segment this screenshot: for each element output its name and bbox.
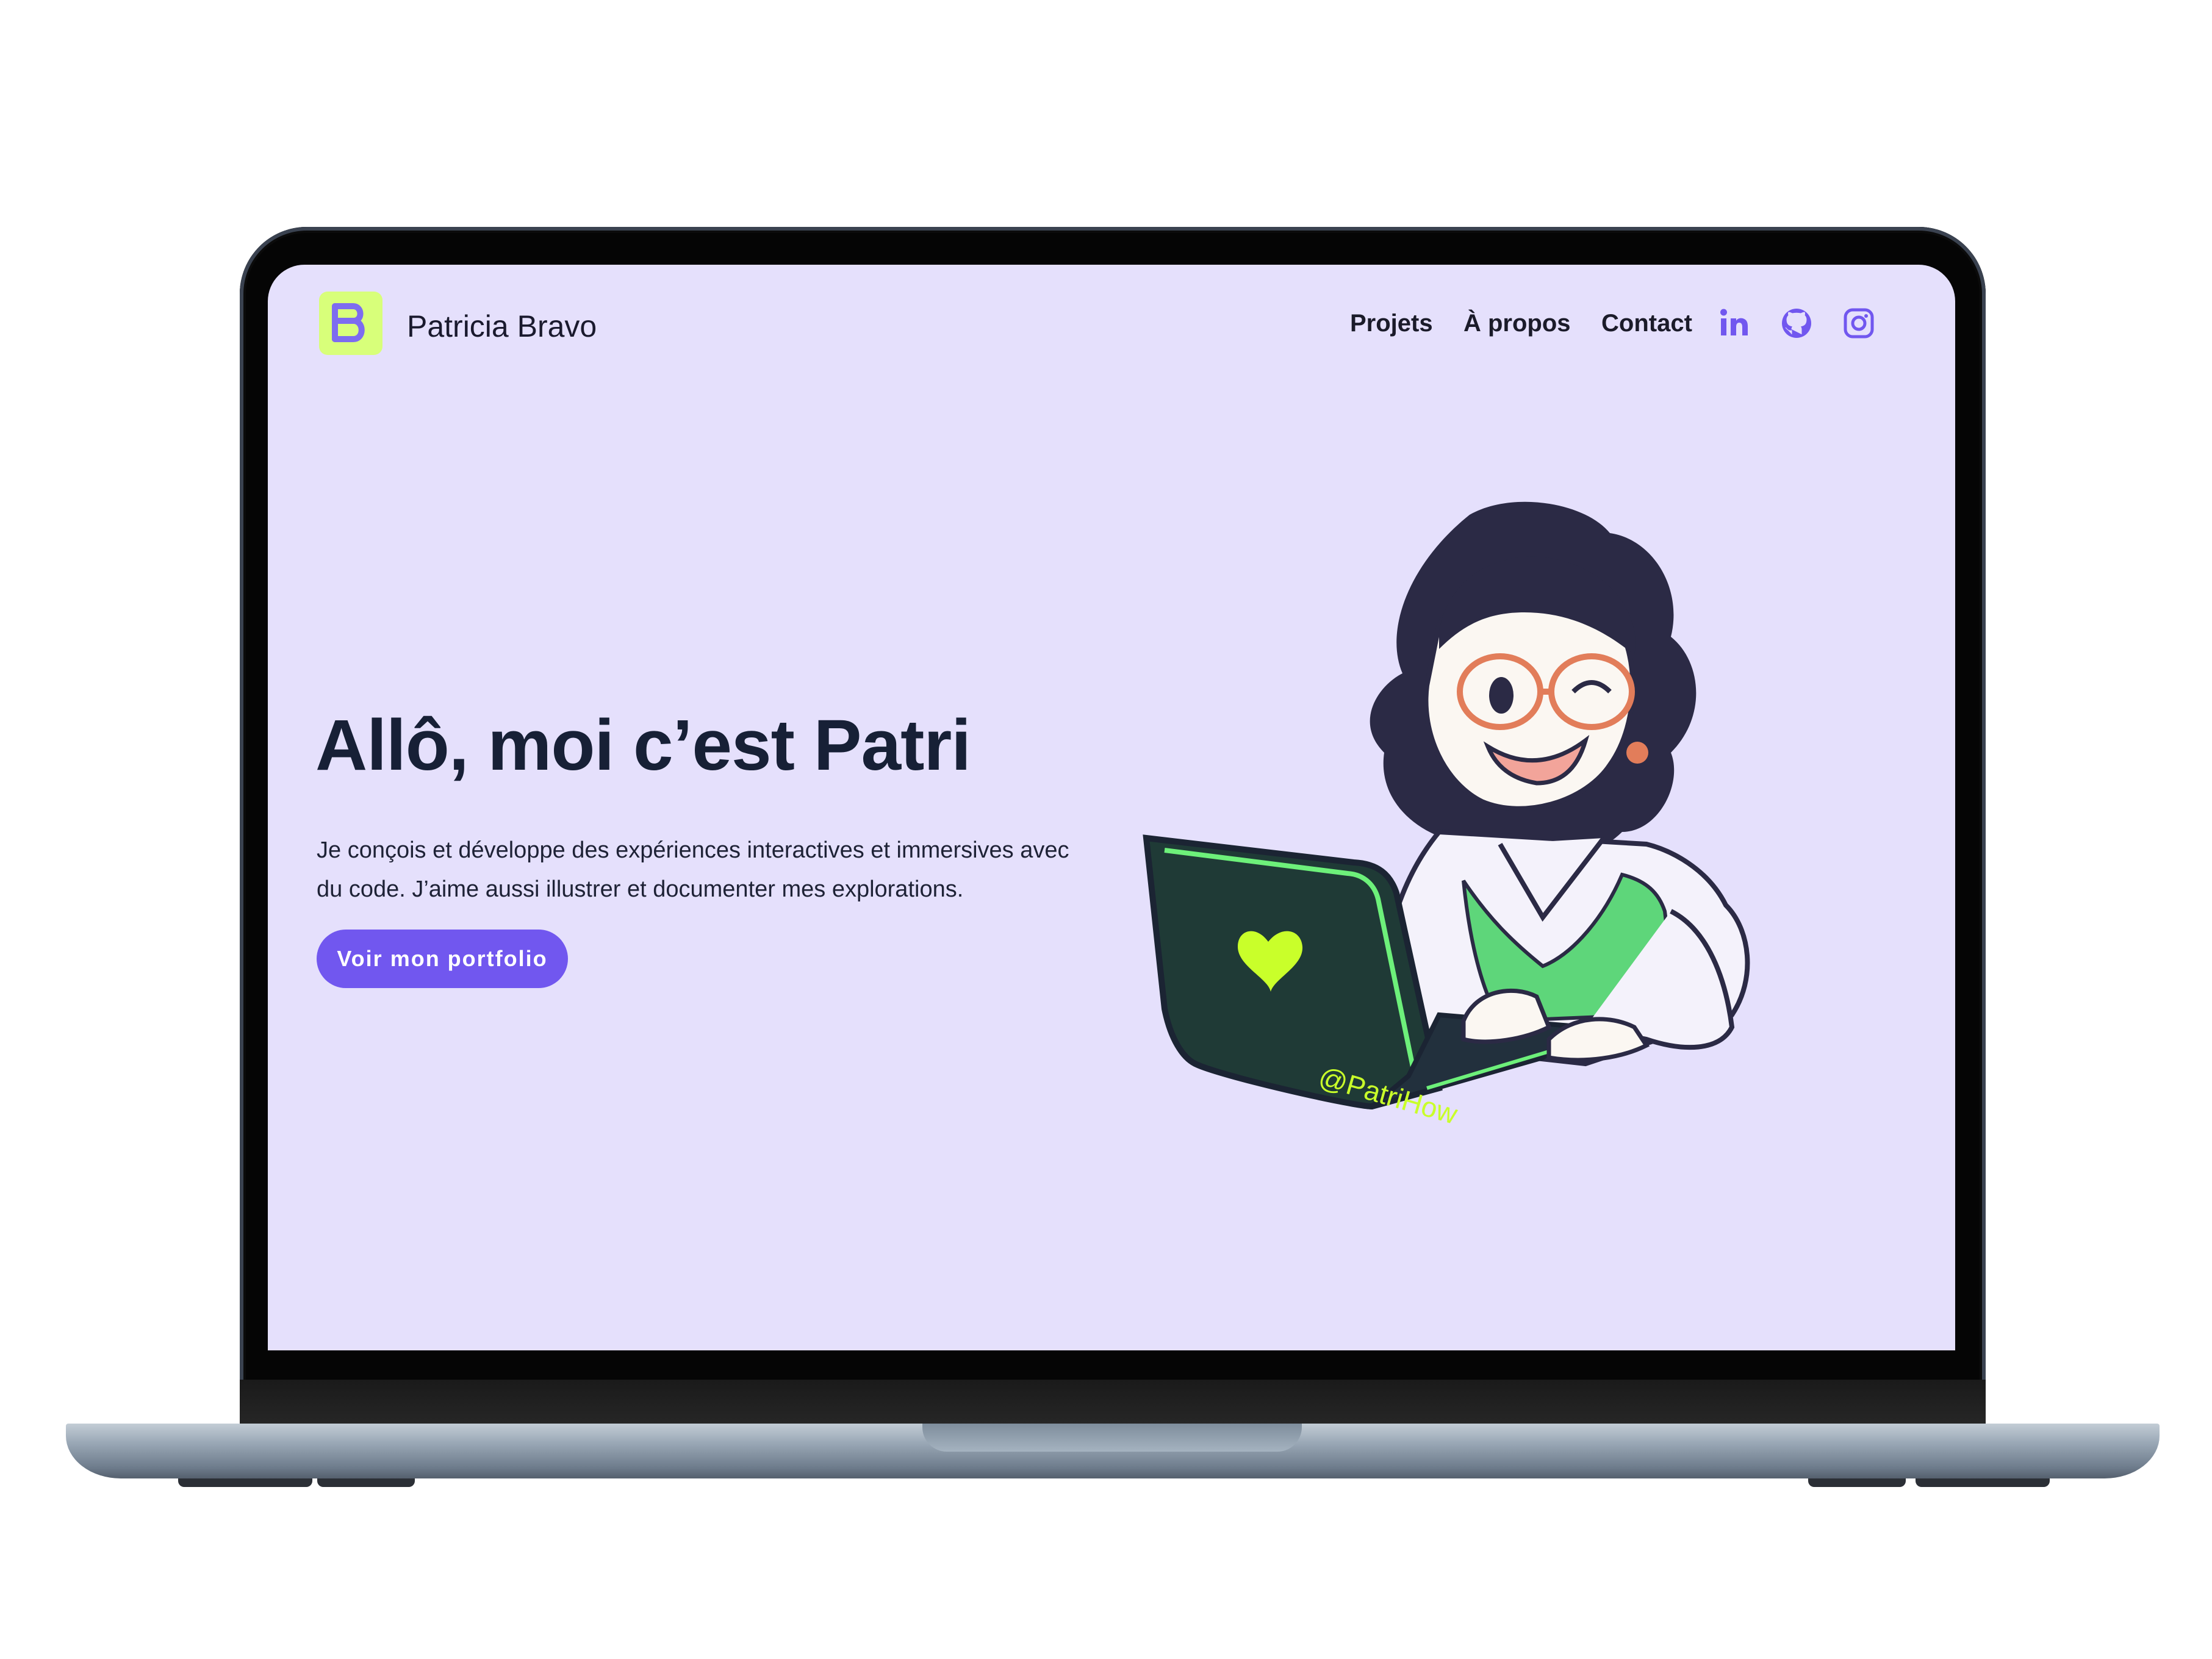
laptop-foot: [178, 1478, 312, 1487]
laptop-bezel: [240, 1380, 1986, 1424]
logo-icon[interactable]: [319, 292, 382, 355]
hero-title: Allô, moi c’est Patri: [315, 705, 971, 786]
laptop-foot: [317, 1478, 415, 1487]
hero-description: Je conçois et développe des expériences …: [317, 837, 1069, 902]
portfolio-button[interactable]: Voir mon portfolio: [317, 930, 568, 988]
instagram-icon[interactable]: [1842, 306, 1876, 340]
nav-link-contact[interactable]: Contact: [1601, 310, 1692, 337]
linkedin-icon[interactable]: [1717, 306, 1751, 340]
nav-link-a-propos[interactable]: À propos: [1463, 310, 1571, 337]
brand-name[interactable]: Patricia Bravo: [407, 309, 597, 344]
website-screen: Patricia Bravo Projets À propos Contact …: [268, 265, 1955, 1350]
nav-link-projets[interactable]: Projets: [1350, 310, 1433, 337]
illustration-woman-laptop: @PatriHow: [1143, 501, 1750, 1130]
laptop-foot: [1916, 1478, 2050, 1487]
laptop-foot: [1808, 1478, 1906, 1487]
github-icon[interactable]: [1779, 306, 1814, 340]
laptop-notch: [922, 1424, 1302, 1452]
